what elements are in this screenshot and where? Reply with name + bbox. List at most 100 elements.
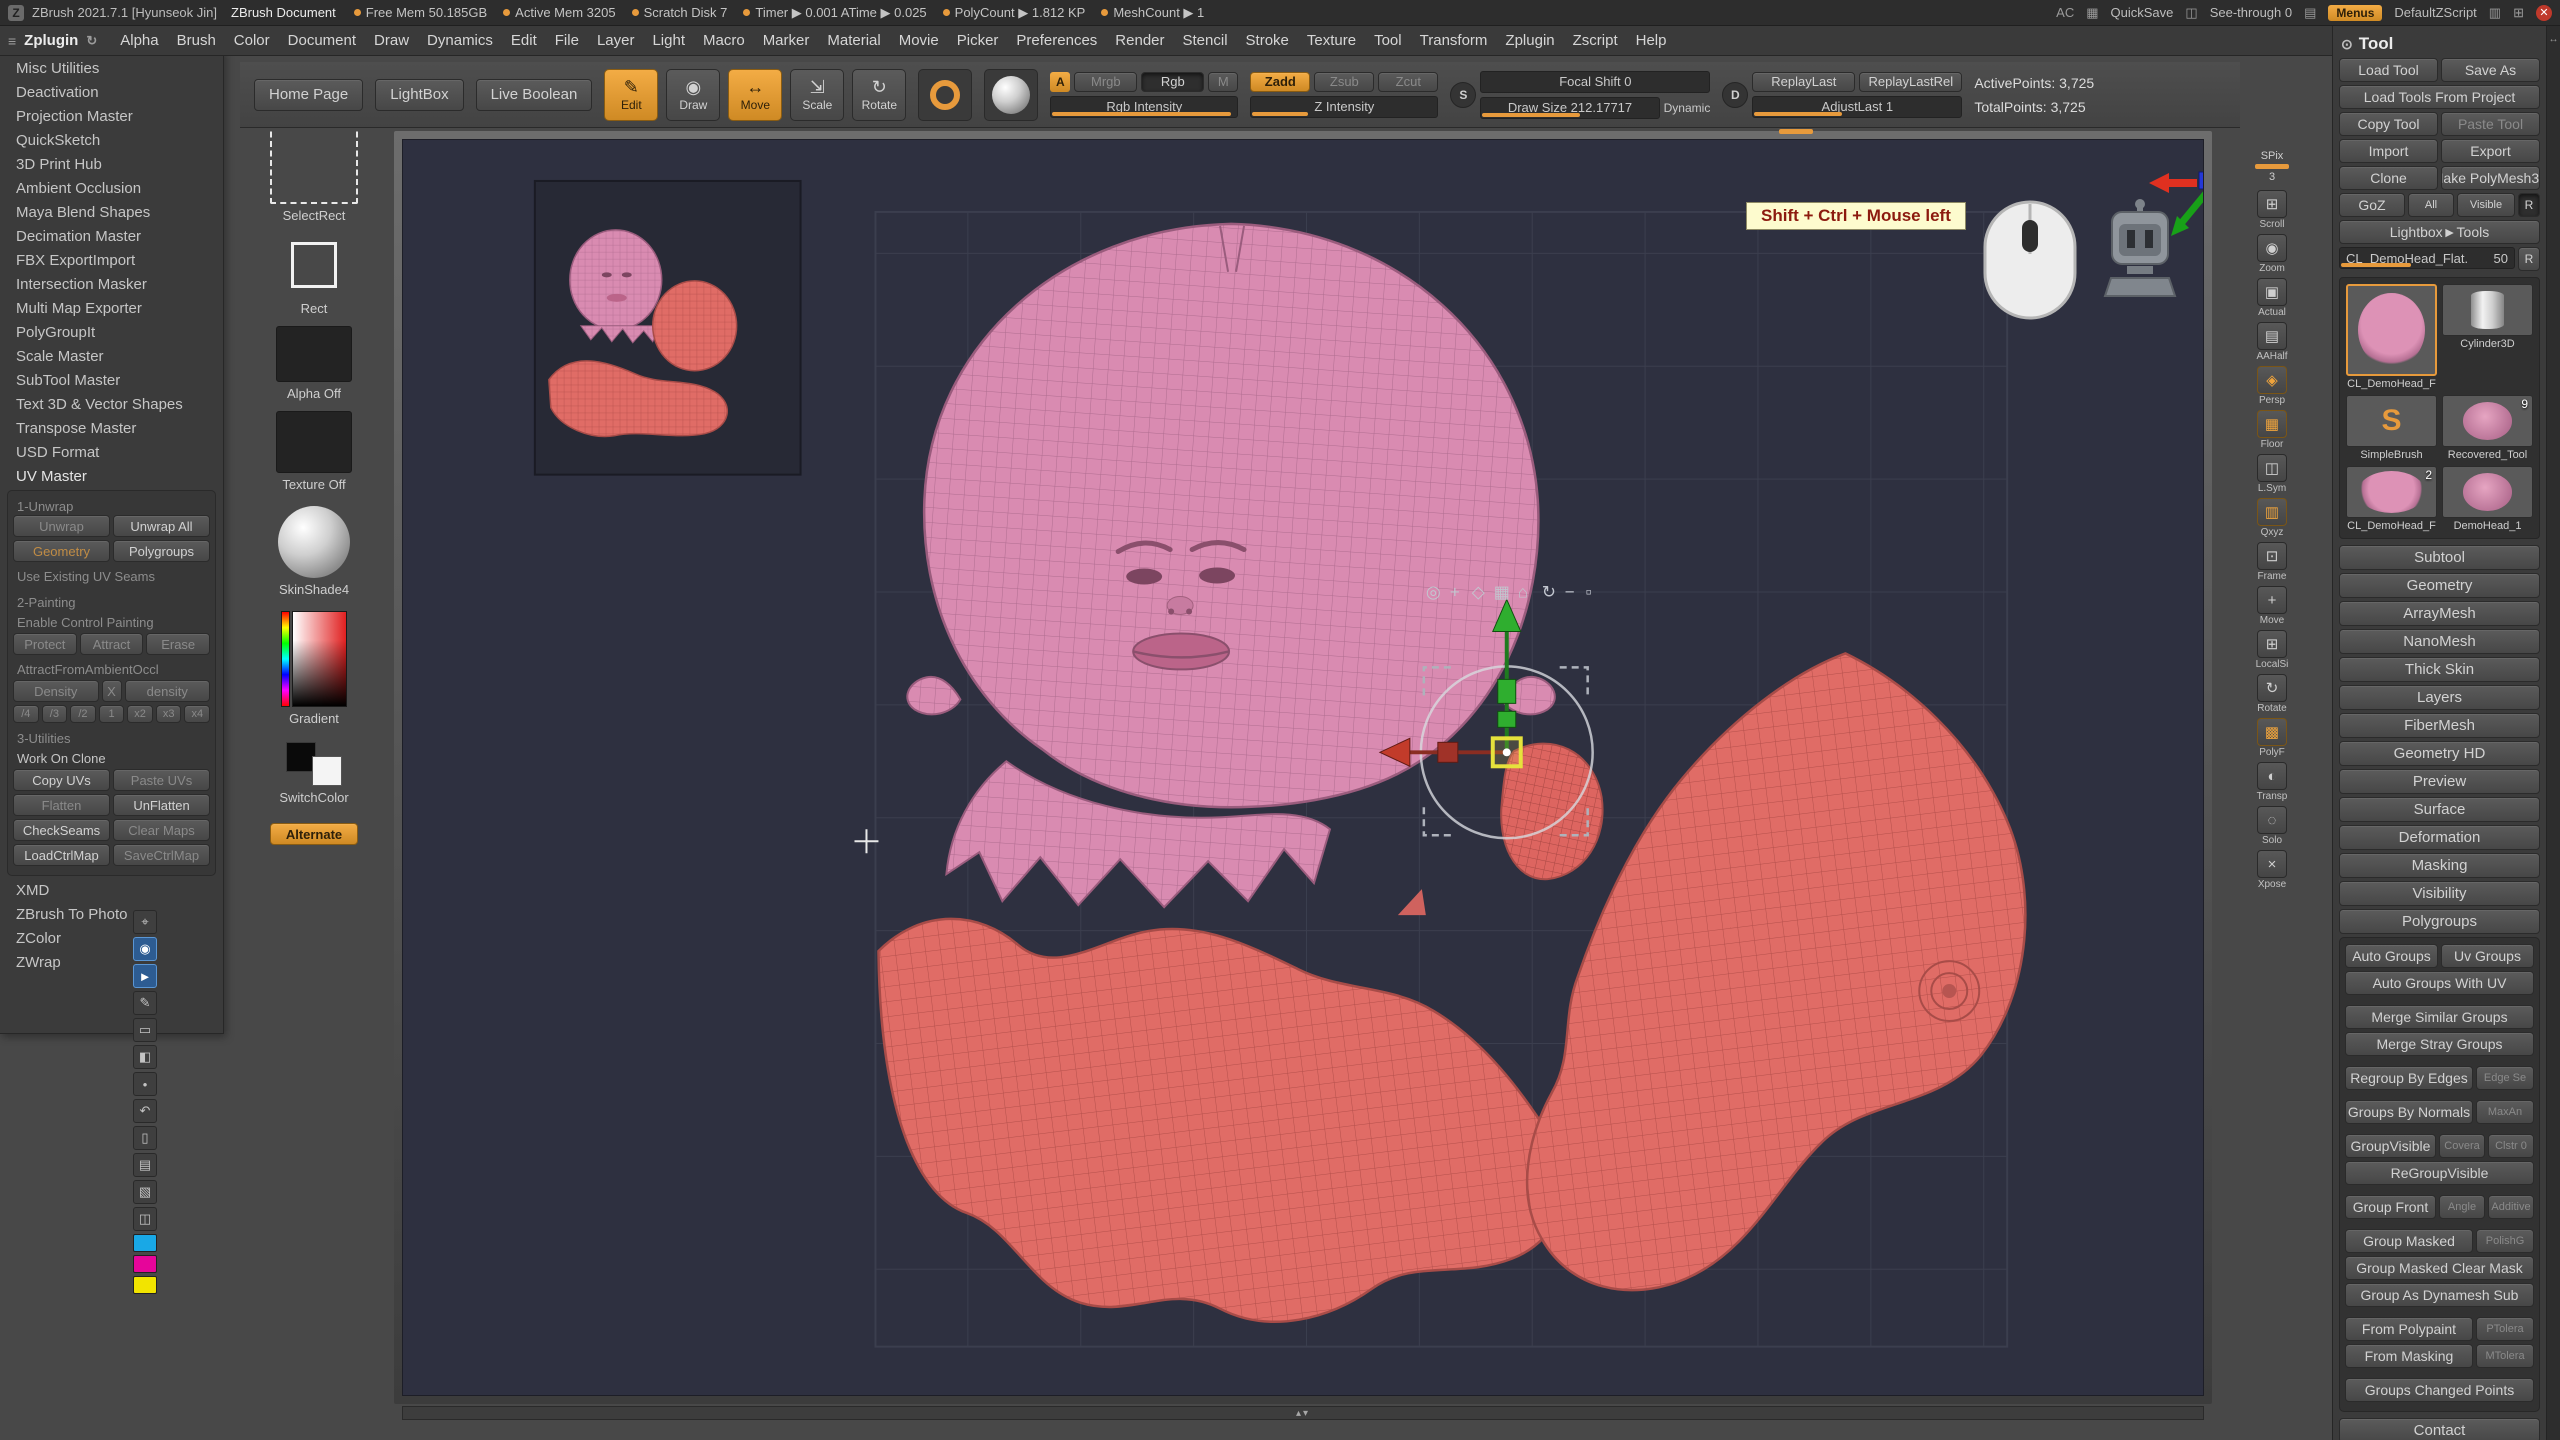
- zplugin-menu-item[interactable]: Intersection Masker: [4, 272, 219, 296]
- live-boolean-button[interactable]: Live Boolean: [476, 79, 593, 111]
- right-shelf-button[interactable]: ▤ AAHalf: [2253, 322, 2291, 362]
- mini-tool-button[interactable]: ↶: [133, 1099, 157, 1123]
- swatch-yellow[interactable]: [133, 1276, 157, 1294]
- uv-geometry-button[interactable]: Geometry: [13, 540, 110, 562]
- swatch-magenta[interactable]: [133, 1255, 157, 1273]
- density-multiplier-button[interactable]: /2: [70, 705, 96, 723]
- replay-last-button[interactable]: ReplayLast: [1752, 72, 1855, 92]
- zplugin-menu-item[interactable]: Transpose Master: [4, 416, 219, 440]
- goz-visible-button[interactable]: Visible: [2457, 193, 2515, 217]
- mini-tool-button[interactable]: ◫: [133, 1207, 157, 1231]
- current-material-button[interactable]: [984, 69, 1038, 121]
- speaker-icon[interactable]: ◫: [2185, 5, 2197, 21]
- hue-strip[interactable]: [281, 611, 290, 707]
- from-polypaint-button[interactable]: From Polypaint: [2345, 1317, 2473, 1341]
- layout-icon[interactable]: ▤: [2304, 5, 2316, 21]
- mini-tool-button[interactable]: ▧: [133, 1180, 157, 1204]
- paint-tolerance-slider[interactable]: PTolera: [2476, 1317, 2534, 1341]
- gizmo-x-handle[interactable]: [1438, 742, 1458, 762]
- menu-item[interactable]: Zplugin: [1496, 28, 1563, 53]
- zplugin-menu-item[interactable]: Projection Master: [4, 104, 219, 128]
- menu-item[interactable]: Document: [279, 28, 365, 53]
- mini-tool-button[interactable]: ✎: [133, 991, 157, 1015]
- density-button[interactable]: Density: [13, 680, 99, 702]
- check-seams-button[interactable]: CheckSeams: [13, 819, 110, 841]
- zplugin-menu-item[interactable]: ZWrap: [4, 950, 219, 974]
- tool-thumb-selected[interactable]: CL_DemoHead_F: [2346, 284, 2437, 390]
- primary-color-swatch[interactable]: [312, 756, 342, 786]
- menu-item[interactable]: Draw: [365, 28, 418, 53]
- attract-from-ao-toggle[interactable]: AttractFromAmbientOccl: [13, 658, 210, 680]
- tool-name-r-button[interactable]: R: [2518, 247, 2540, 271]
- adjust-last-slider[interactable]: AdjustLast 1: [1752, 96, 1962, 118]
- zplugin-menu-item[interactable]: Scale Master: [4, 344, 219, 368]
- attract-button[interactable]: Attract: [80, 633, 144, 655]
- use-existing-seams-toggle[interactable]: Use Existing UV Seams: [13, 565, 210, 587]
- menu-item[interactable]: Stencil: [1174, 28, 1237, 53]
- zplugin-menu-item[interactable]: PolyGroupIt: [4, 320, 219, 344]
- tool-thumb[interactable]: 2 CL_DemoHead_F: [2346, 466, 2437, 532]
- rgb-intensity-slider[interactable]: Rgb Intensity: [1050, 96, 1238, 118]
- pin-icon[interactable]: ⊙: [2341, 36, 2353, 53]
- clone-button[interactable]: Clone: [2339, 166, 2438, 190]
- mini-tool-button[interactable]: ►: [133, 964, 157, 988]
- zplugin-menu-item[interactable]: Deactivation: [4, 80, 219, 104]
- tool-section-header[interactable]: FiberMesh: [2339, 713, 2540, 738]
- m-button[interactable]: M: [1208, 72, 1238, 92]
- mini-tool-button[interactable]: ▭: [133, 1018, 157, 1042]
- swatch-cyan[interactable]: [133, 1234, 157, 1252]
- menu-item[interactable]: File: [546, 28, 588, 53]
- from-masking-button[interactable]: From Masking: [2345, 1344, 2473, 1368]
- tool-section-header[interactable]: Contact: [2339, 1418, 2540, 1440]
- mini-tool-button[interactable]: •: [133, 1072, 157, 1096]
- zplugin-menu-item[interactable]: Decimation Master: [4, 224, 219, 248]
- menu-item[interactable]: Marker: [754, 28, 819, 53]
- tool-section-header[interactable]: Polygroups: [2339, 909, 2540, 934]
- copy-uvs-button[interactable]: Copy UVs: [13, 769, 110, 791]
- angle-slider[interactable]: Angle: [2439, 1195, 2485, 1219]
- menu-item[interactable]: Picker: [948, 28, 1008, 53]
- tool-section-header[interactable]: Deformation: [2339, 825, 2540, 850]
- groups-changed-points-button[interactable]: Groups Changed Points: [2345, 1378, 2534, 1402]
- max-angle-slider[interactable]: MaxAn: [2476, 1100, 2534, 1124]
- right-shelf-button[interactable]: ◌ Solo: [2253, 806, 2291, 846]
- menu-item[interactable]: Dynamics: [418, 28, 502, 53]
- group-as-dynamesh-sub-button[interactable]: Group As Dynamesh Sub: [2345, 1283, 2534, 1307]
- copy-tool-button[interactable]: Copy Tool: [2339, 112, 2438, 136]
- tool-section-header[interactable]: Visibility: [2339, 881, 2540, 906]
- current-brush-button[interactable]: [918, 69, 972, 121]
- zsub-button[interactable]: Zsub: [1314, 72, 1374, 92]
- uv-groups-button[interactable]: Uv Groups: [2441, 944, 2534, 968]
- zplugin-menu-item[interactable]: Multi Map Exporter: [4, 296, 219, 320]
- mini-tool-button[interactable]: ▯: [133, 1126, 157, 1150]
- paste-uvs-button[interactable]: Paste UVs: [113, 769, 210, 791]
- unflatten-button[interactable]: UnFlatten: [113, 794, 210, 816]
- tool-thumb[interactable]: 9 Recovered_Tool: [2442, 395, 2533, 461]
- paste-tool-button[interactable]: Paste Tool: [2441, 112, 2540, 136]
- select-rect-brush-icon[interactable]: [270, 122, 358, 204]
- zplugin-menu-item[interactable]: Ambient Occlusion: [4, 176, 219, 200]
- menu-item[interactable]: Edit: [502, 28, 546, 53]
- tool-section-header[interactable]: Geometry HD: [2339, 741, 2540, 766]
- lightbox-button[interactable]: LightBox: [375, 79, 463, 111]
- gizmo-y-handle[interactable]: [1498, 679, 1516, 703]
- zplugin-menu-item[interactable]: FBX ExportImport: [4, 248, 219, 272]
- goz-all-button[interactable]: All: [2408, 193, 2454, 217]
- zplugin-menu-item[interactable]: Text 3D & Vector Shapes: [4, 392, 219, 416]
- grid-icon[interactable]: ▦: [2086, 5, 2098, 21]
- stroke-rect-icon[interactable]: [281, 233, 347, 297]
- uv-master-header[interactable]: UV Master: [4, 464, 219, 488]
- z-intensity-slider[interactable]: Z Intensity: [1250, 96, 1438, 118]
- right-shelf-button[interactable]: × Xpose: [2253, 850, 2291, 890]
- right-shelf-button[interactable]: ⊞ Scroll: [2253, 190, 2291, 230]
- goz-button[interactable]: GoZ: [2339, 193, 2405, 217]
- current-menu-header[interactable]: ≡ Zplugin ↻: [0, 32, 111, 49]
- menu-item[interactable]: Macro: [694, 28, 754, 53]
- canvas-bottom-bar[interactable]: ▴▾: [402, 1406, 2204, 1420]
- auto-groups-button[interactable]: Auto Groups: [2345, 944, 2438, 968]
- right-shelf-button[interactable]: ▣ Actual: [2253, 278, 2291, 318]
- auto-groups-with-uv-button[interactable]: Auto Groups With UV: [2345, 971, 2534, 995]
- tool-name-slider[interactable]: CL_DemoHead_Flat. 50: [2339, 247, 2515, 269]
- additive-toggle[interactable]: Additive: [2488, 1195, 2534, 1219]
- density-multiplier-button[interactable]: 1: [99, 705, 125, 723]
